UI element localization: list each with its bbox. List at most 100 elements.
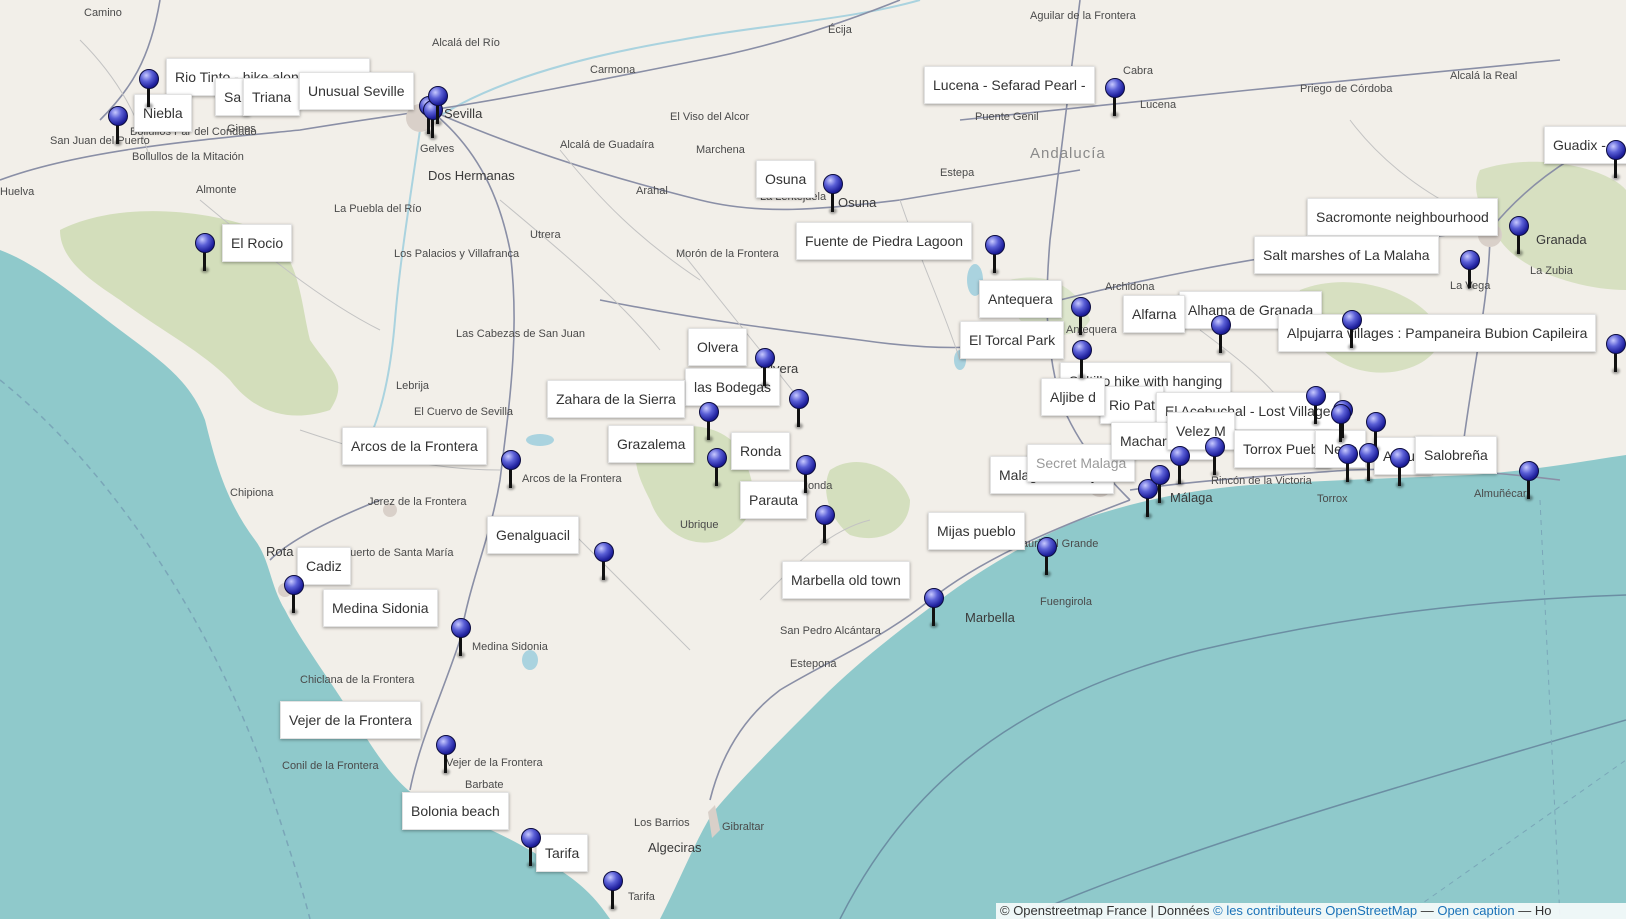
map-pin-icon-cadiz[interactable] <box>284 575 304 615</box>
map-pin-icon-setenil-de-las-bodegas[interactable] <box>789 389 809 429</box>
pin-needle <box>1158 483 1161 503</box>
marker-label-tarifa[interactable]: Tarifa <box>536 834 589 872</box>
marker-label-osuna[interactable]: Osuna <box>756 160 816 198</box>
place-label: Ubrique <box>680 519 719 531</box>
map-pin-icon-medina-sidonia[interactable] <box>451 618 471 658</box>
place-label: Puente Genil <box>975 111 1039 123</box>
marker-label-medina-sidonia[interactable]: Medina Sidonia <box>323 589 438 627</box>
map-pin-icon-alfarnate[interactable] <box>1211 315 1231 355</box>
marker-label-fuente-de-piedra-lagoon[interactable]: Fuente de Piedra Lagoon <box>796 222 973 260</box>
map-pin-icon-el-rocio[interactable] <box>195 233 215 273</box>
map-pin-icon-olvera[interactable] <box>755 348 775 388</box>
place-label: Rincón de la Victoria <box>1211 475 1313 487</box>
place-label: Huelva <box>0 186 35 198</box>
map-pin-icon-guadix[interactable] <box>1606 140 1626 180</box>
map-pin-icon-genalguacil[interactable] <box>594 542 614 582</box>
marker-label-salt-marshes-of-la-malaha[interactable]: Salt marshes of La Malaha <box>1254 236 1439 274</box>
map-pin-icon-zahara-de-la-sierra[interactable] <box>699 402 719 442</box>
place-label: Alcalá de Guadaíra <box>560 139 655 151</box>
marker-label-alpujarra-villages[interactable]: Alpujarra villages : Pampaneira Bubion C… <box>1278 314 1597 352</box>
map-pin-icon-arcos-de-la-frontera[interactable] <box>501 450 521 490</box>
marker-label-genalguacil[interactable]: Genalguacil <box>487 516 579 554</box>
map-pin-icon-salobre-a[interactable] <box>1519 461 1539 501</box>
open-caption-link[interactable]: Open caption <box>1437 903 1514 918</box>
map-pin-icon-grazalema[interactable] <box>707 448 727 488</box>
marker-label-antequera[interactable]: Antequera <box>979 280 1062 318</box>
map-pin-icon-tarifa[interactable] <box>603 871 623 911</box>
region-label: Andalucía <box>1030 145 1106 162</box>
pin-needle <box>1346 462 1349 482</box>
marker-label-alfarnate[interactable]: Alfarna <box>1123 295 1186 333</box>
marker-label-el-torcal-park[interactable]: El Torcal Park <box>960 321 1065 359</box>
map-pin-icon-marbella-old-town[interactable] <box>924 588 944 628</box>
pin-needle <box>292 593 295 613</box>
map-canvas[interactable]: Andalucía Camino Alcalá del Río Écija Aguil… <box>0 0 1626 919</box>
map-pin-icon-ronda[interactable] <box>796 455 816 495</box>
marker-label-el-rocio[interactable]: El Rocio <box>222 224 293 262</box>
marker-label-triana[interactable]: Triana <box>243 78 301 116</box>
map-pin-icon-sacromonte-neighbourhood[interactable] <box>1509 216 1529 256</box>
pin-needle <box>1113 96 1116 116</box>
map-pin-icon-nerja[interactable] <box>1359 443 1379 483</box>
marker-label-grazalema[interactable]: Grazalema <box>608 425 695 463</box>
place-label: Gines <box>227 123 256 135</box>
place-label: Almonte <box>196 184 236 196</box>
marker-label-unusual-seville[interactable]: Unusual Seville <box>299 72 414 110</box>
pin-head <box>1519 461 1539 481</box>
map-pin-icon-rio-tinto-hike-along-the-river[interactable] <box>139 69 159 109</box>
attribution: © Openstreetmap France | Données © les c… <box>996 903 1626 919</box>
map-pin-icon-secret-malaga[interactable] <box>1150 465 1170 505</box>
pin-head <box>1072 340 1092 360</box>
marker-label-arcos-de-la-frontera[interactable]: Arcos de la Frontera <box>342 427 487 465</box>
place-label: Los Barrios <box>634 817 690 829</box>
pin-needle <box>1080 358 1083 378</box>
marker-label-aljibe[interactable]: Aljibe d <box>1041 378 1105 416</box>
map-pin-icon-saltillo-hike-with-hanging-bridges[interactable] <box>1306 386 1326 426</box>
pin-needle <box>1178 464 1181 484</box>
map-pin-icon-antequera[interactable] <box>1071 297 1091 337</box>
marker-label-olvera[interactable]: Olvera <box>688 328 748 366</box>
pin-needle <box>993 253 996 273</box>
place-label: Estepona <box>790 658 837 670</box>
pin-head <box>1306 386 1326 406</box>
marker-label-cadiz[interactable]: Cadiz <box>297 547 351 585</box>
map-pin-icon-mijas-pueblo[interactable] <box>1037 537 1057 577</box>
place-label: Aguilar de la Frontera <box>1030 10 1137 22</box>
map-pin-icon-bolonia-beach[interactable] <box>521 828 541 868</box>
map-pin-icon-unusual-seville[interactable] <box>428 86 448 126</box>
map-pin-icon-osuna[interactable] <box>823 174 843 214</box>
pin-head <box>1366 412 1386 432</box>
marker-label-sacromonte-neighbourhood[interactable]: Sacromonte neighbourhood <box>1307 198 1498 236</box>
place-label: Marchena <box>696 144 746 156</box>
map-pin-icon-niebla[interactable] <box>108 106 128 146</box>
map-pin-icon-lucena-sefarad-pearl[interactable] <box>1105 78 1125 118</box>
map-pin-icon-torrox-pueblo[interactable] <box>1338 444 1358 484</box>
map-pin-icon-aljibe[interactable] <box>1331 404 1351 444</box>
map-pin-icon-almunecar[interactable] <box>1390 448 1410 488</box>
map-pin-icon-el-torcal-park[interactable] <box>1072 340 1092 380</box>
map-pin-icon-machar-viaya[interactable] <box>1170 446 1190 486</box>
pin-head <box>1338 444 1358 464</box>
place-label: Cabra <box>1123 65 1154 77</box>
marker-label-bolonia-beach[interactable]: Bolonia beach <box>402 792 509 830</box>
marker-label-vejer-de-la-frontera[interactable]: Vejer de la Frontera <box>280 701 421 739</box>
map-pin-icon-velez-malaga[interactable] <box>1205 437 1225 477</box>
map-pin-icon-alhama-de-granada[interactable] <box>1342 310 1362 350</box>
map-pin-icon-vejer-de-la-frontera[interactable] <box>436 735 456 775</box>
pin-needle <box>1468 268 1471 288</box>
map-pin-icon-fuente-de-piedra-lagoon[interactable] <box>985 235 1005 275</box>
marker-label-zahara-de-la-sierra[interactable]: Zahara de la Sierra <box>547 380 685 418</box>
map-pin-icon-parauta[interactable] <box>815 505 835 545</box>
marker-label-rio-pat[interactable]: Rio Pat <box>1100 386 1164 424</box>
osm-contributors-link[interactable]: © les contributeurs OpenStreetMap <box>1213 903 1417 918</box>
marker-label-marbella-old-town[interactable]: Marbella old town <box>782 561 910 599</box>
marker-label-ronda[interactable]: Ronda <box>731 432 791 470</box>
pin-head <box>1331 404 1351 424</box>
map-pin-icon-alpujarra-villages[interactable] <box>1606 334 1626 374</box>
place-label: Marbella <box>965 610 1016 625</box>
marker-label-mijas-pueblo[interactable]: Mijas pueblo <box>928 512 1025 550</box>
marker-label-salobre-a[interactable]: Salobreña <box>1415 436 1497 474</box>
marker-label-lucena-sefarad-pearl[interactable]: Lucena - Sefarad Pearl - <box>924 66 1095 104</box>
place-label: Medina Sidonia <box>472 641 549 653</box>
map-pin-icon-salt-marshes-of-la-malaha[interactable] <box>1460 250 1480 290</box>
